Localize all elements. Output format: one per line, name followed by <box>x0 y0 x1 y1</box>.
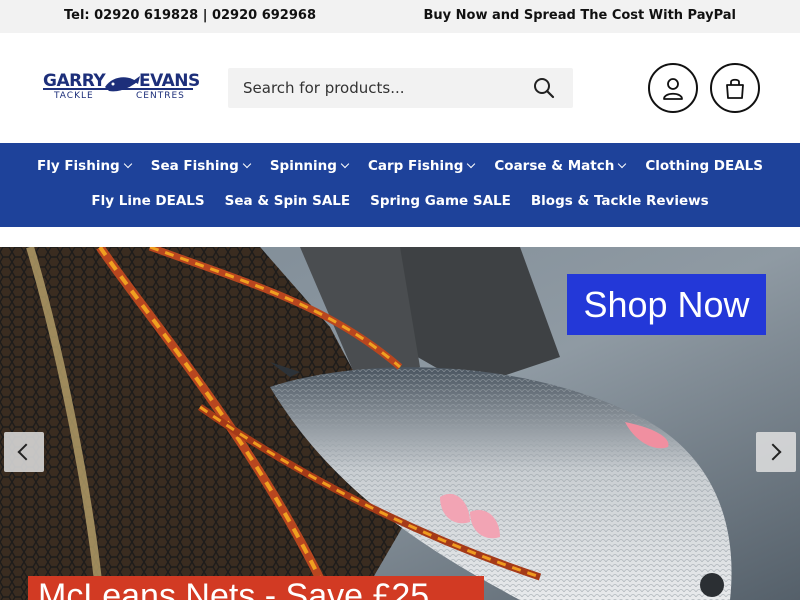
nav-item-sea-spin-sale[interactable]: Sea & Spin SALE <box>225 193 350 209</box>
nav-label: Carp Fishing <box>367 158 464 174</box>
slider-prev-button[interactable] <box>4 432 44 472</box>
chevron-down-icon <box>618 159 627 169</box>
slider-next-button[interactable] <box>756 432 796 472</box>
chevron-down-icon <box>123 159 132 169</box>
nav-label: Clothing DEALS <box>645 158 764 174</box>
nav-item-fly-fishing[interactable]: Fly Fishing <box>36 158 132 174</box>
phone-numbers[interactable]: Tel: 02920 619828 | 02920 692968 <box>64 8 316 23</box>
nav-label: Sea Fishing <box>150 158 239 174</box>
cart-button[interactable] <box>710 63 760 113</box>
site-header: GARRY EVANS TACKLE CENTRES <box>0 33 800 143</box>
nav-row-secondary: Fly Line DEALS Sea & Spin SALE Spring Ga… <box>0 193 800 209</box>
shopping-bag-icon <box>726 78 744 99</box>
promo-banner[interactable]: McLeans Nets - Save £25 <box>28 576 484 600</box>
main-navigation: Fly Fishing Sea Fishing Spinning Carp Fi… <box>0 143 800 227</box>
nav-item-clothing-deals[interactable]: Clothing DEALS <box>645 158 763 174</box>
nav-item-blogs-reviews[interactable]: Blogs & Tackle Reviews <box>531 193 709 209</box>
nav-row-primary: Fly Fishing Sea Fishing Spinning Carp Fi… <box>0 158 800 174</box>
nav-item-fly-line-deals[interactable]: Fly Line DEALS <box>91 193 204 209</box>
logo-word-tackle: TACKLE <box>54 91 94 101</box>
paypal-promo[interactable]: Buy Now and Spread The Cost With PayPal <box>423 8 736 23</box>
chevron-right-icon <box>764 443 782 461</box>
hero-slider[interactable]: Shop Now McLeans Nets - Save £25 <box>0 247 800 600</box>
logo-word-centres: CENTRES <box>136 91 185 101</box>
nav-label: Coarse & Match <box>494 158 615 174</box>
chevron-down-icon <box>340 159 350 169</box>
shop-now-button[interactable]: Shop Now <box>567 274 766 335</box>
nav-label: Spinning <box>269 158 337 174</box>
search-icon[interactable] <box>533 77 555 99</box>
logo-underline <box>43 88 193 90</box>
chevron-left-icon <box>17 443 35 461</box>
chevron-down-icon <box>467 159 476 169</box>
nav-item-spring-game-sale[interactable]: Spring Game SALE <box>370 193 511 209</box>
site-logo[interactable]: GARRY EVANS TACKLE CENTRES <box>43 71 200 105</box>
nav-item-carp-fishing[interactable]: Carp Fishing <box>367 158 476 174</box>
search-bar <box>228 68 573 108</box>
account-button[interactable] <box>648 63 698 113</box>
chevron-down-icon <box>242 159 252 169</box>
top-bar: Tel: 02920 619828 | 02920 692968 Buy Now… <box>0 0 800 33</box>
search-input[interactable] <box>228 68 518 108</box>
nav-label: Fly Fishing <box>36 158 120 174</box>
nav-item-coarse-match[interactable]: Coarse & Match <box>494 158 627 174</box>
nav-item-spinning[interactable]: Spinning <box>269 158 350 174</box>
nav-item-sea-fishing[interactable]: Sea Fishing <box>150 158 252 174</box>
user-icon <box>663 78 683 100</box>
